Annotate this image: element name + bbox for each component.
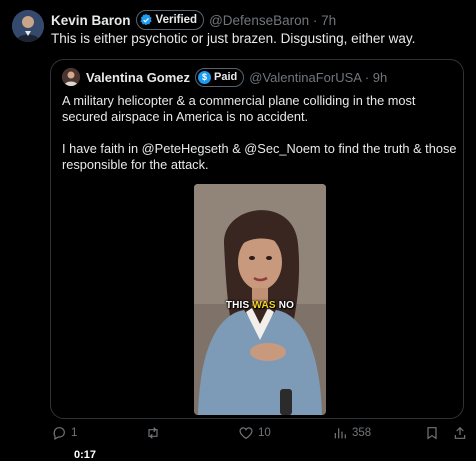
dollar-icon: $ [198, 70, 212, 84]
share-button[interactable] [452, 424, 468, 442]
paid-badge[interactable]: $ Paid [195, 67, 245, 87]
paid-label: Paid [214, 71, 238, 83]
views-count: 358 [352, 427, 372, 439]
action-bar: 1 10 358 [0, 424, 476, 444]
share-icon [454, 426, 466, 439]
reply-button[interactable]: 1 [51, 424, 77, 442]
quoted-handle-and-time[interactable]: @ValentinaForUSA · 9h [249, 70, 387, 85]
views-button[interactable]: 358 [332, 424, 371, 442]
heart-icon [239, 427, 253, 440]
quoted-paragraph-1: A military helicopter & a commercial pla… [62, 93, 416, 124]
verified-check-icon [139, 13, 152, 26]
reply-count: 1 [71, 427, 78, 439]
author-name[interactable]: Kevin Baron [51, 13, 131, 28]
video-player[interactable]: THIS WAS NO [194, 184, 326, 415]
handle-and-time[interactable]: @DefenseBaron · 7h [209, 13, 336, 28]
quoted-paragraph-2: I have faith in @PeteHegseth & @Sec_Noem… [62, 141, 457, 172]
verified-badge[interactable]: Verified [135, 10, 205, 30]
video-duration: 0:17 [74, 449, 97, 461]
caption-word-3: NO [278, 300, 295, 311]
quoted-author-name[interactable]: Valentina Gomez [86, 70, 190, 85]
like-count: 10 [258, 427, 271, 439]
retweet-icon [148, 427, 158, 439]
quoted-tweet[interactable]: Valentina Gomez $ Paid @ValentinaForUSA … [50, 59, 464, 461]
verified-label: Verified [155, 14, 198, 26]
quoted-author-avatar[interactable] [62, 68, 80, 86]
retweet-button[interactable] [145, 424, 165, 442]
bookmark-icon [427, 427, 437, 440]
video-caption: THIS WAS NO [194, 300, 326, 311]
quoted-text: A military helicopter & a commercial pla… [62, 93, 460, 173]
reply-icon [53, 427, 65, 441]
quoted-header: Valentina Gomez $ Paid @ValentinaForUSA … [86, 67, 387, 87]
tweet-text: This is either psychotic or just brazen.… [51, 31, 416, 46]
views-icon [334, 428, 346, 439]
caption-word-1: THIS [225, 300, 250, 311]
tweet[interactable]: Kevin Baron Verified @DefenseBaron · 7h … [0, 0, 476, 461]
author-avatar[interactable] [12, 10, 44, 42]
tweet-header: Kevin Baron Verified @DefenseBaron · 7h [51, 10, 336, 30]
like-button[interactable]: 10 [238, 424, 271, 442]
caption-word-2: WAS [252, 300, 276, 311]
bookmark-button[interactable] [424, 424, 440, 442]
